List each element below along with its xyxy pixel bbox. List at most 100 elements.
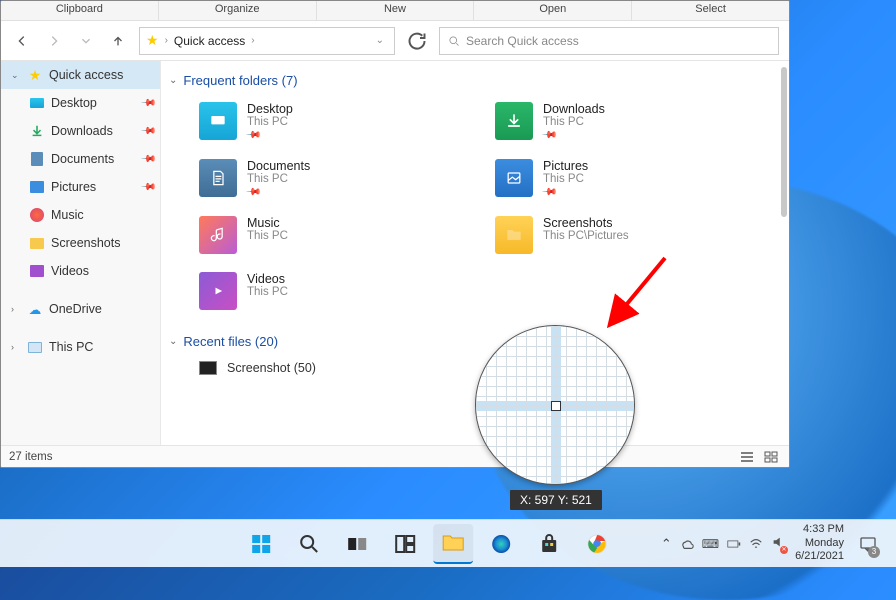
taskbar-store-button[interactable] [529,524,569,564]
taskbar-file-explorer-button[interactable] [433,524,473,564]
folder-item-downloads[interactable]: Downloads This PC 📌 [495,102,761,141]
taskbar-widgets-button[interactable] [385,524,425,564]
refresh-button[interactable] [405,29,429,53]
folder-item-videos[interactable]: Videos This PC [199,272,465,310]
details-view-button[interactable] [737,449,757,465]
clock-day: Monday [805,537,844,551]
back-button[interactable] [11,30,33,52]
sidebar-item-documents[interactable]: Documents 📌 [1,145,160,173]
taskbar-clock[interactable]: 4:33 PM Monday 6/21/2021 [795,523,844,564]
recent-locations-button[interactable] [75,30,97,52]
folder-location: This PC [247,173,310,185]
status-item-count: 27 items [9,451,52,463]
scrollbar[interactable] [781,67,787,217]
volume-tray-icon[interactable]: ✕ [771,535,785,552]
folder-name: Screenshots [543,216,629,230]
sidebar-item-onedrive[interactable]: › ☁ OneDrive [1,295,160,323]
notifications-count-badge: 3 [868,546,880,558]
taskbar-search-button[interactable] [289,524,329,564]
system-tray: ⌃ ⌨ ✕ 4:33 PM Monday 6/21/2021 3 [661,523,888,564]
nav-bar: ★ › Quick access › ⌄ Search Quick access [1,21,789,61]
start-button[interactable] [241,524,281,564]
screenshot-icon [199,361,217,375]
folder-item-desktop[interactable]: Desktop This PC 📌 [199,102,465,141]
download-icon [495,102,533,140]
folder-location: This PC [543,173,588,185]
large-icons-view-button[interactable] [761,449,781,465]
sidebar-item-label: Pictures [51,180,96,194]
desktop-icon [199,102,237,140]
folder-name: Videos [247,272,288,286]
tray-icons[interactable]: ⌃ ⌨ ✕ [661,535,785,552]
music-icon [30,208,44,222]
folder-item-screenshots[interactable]: Screenshots This PC\Pictures [495,216,761,254]
frequent-folders-grid: Desktop This PC 📌 Downloads This PC 📌 [169,96,771,330]
document-icon [199,159,237,197]
keyboard-tray-icon[interactable]: ⌨ [702,537,719,551]
address-bar[interactable]: ★ › Quick access › ⌄ [139,27,395,55]
recent-files-header[interactable]: ⌄ Recent files (20) [169,330,771,357]
tray-overflow-icon[interactable]: ⌃ [661,536,672,552]
notifications-button[interactable]: 3 [854,524,882,564]
wifi-tray-icon[interactable] [749,537,763,551]
ribbon-section-new[interactable]: New [317,1,475,20]
search-input[interactable]: Search Quick access [439,27,779,55]
address-dropdown-icon[interactable]: ⌄ [376,35,388,46]
taskbar-chrome-button[interactable] [577,524,617,564]
taskbar-task-view-button[interactable] [337,524,377,564]
sidebar-item-pictures[interactable]: Pictures 📌 [1,173,160,201]
ribbon-section-open[interactable]: Open [474,1,632,20]
document-icon [31,152,43,166]
download-icon [29,123,45,139]
chevron-down-icon: ⌄ [11,70,21,81]
sidebar-item-quick-access[interactable]: ⌄ ★ Quick access [1,61,160,89]
chevron-right-icon: › [11,304,21,314]
up-button[interactable] [107,30,129,52]
sidebar-item-videos[interactable]: Videos [1,257,160,285]
pin-icon: 📌 [541,184,558,201]
pin-icon: 📌 [245,184,262,201]
ribbon-section-clipboard[interactable]: Clipboard [1,1,159,20]
battery-tray-icon[interactable] [727,537,741,551]
folder-name: Documents [247,159,310,173]
sidebar-item-desktop[interactable]: Desktop 📌 [1,89,160,117]
annotation-arrow-icon [600,250,680,340]
chevron-right-icon: › [11,342,21,352]
taskbar-edge-button[interactable] [481,524,521,564]
breadcrumb-quick-access[interactable]: Quick access [174,34,245,48]
recent-file-item[interactable]: Screenshot (50) shots [169,357,771,379]
folder-name: Pictures [543,159,588,173]
sidebar-item-label: Screenshots [51,236,120,250]
ribbon-section-organize[interactable]: Organize [159,1,317,20]
onedrive-tray-icon[interactable] [680,537,694,551]
chevron-right-icon: › [251,35,254,46]
main-pane[interactable]: ⌄ Frequent folders (7) Desktop This PC 📌… [161,61,789,445]
folder-item-pictures[interactable]: Pictures This PC 📌 [495,159,761,198]
sidebar-item-label: This PC [49,340,93,354]
taskbar: ⌃ ⌨ ✕ 4:33 PM Monday 6/21/2021 3 [0,519,896,567]
sidebar-item-downloads[interactable]: Downloads 📌 [1,117,160,145]
sidebar-item-label: Documents [51,152,114,166]
folder-icon [495,216,533,254]
forward-button[interactable] [43,30,65,52]
sidebar-item-label: OneDrive [49,302,102,316]
video-icon [30,265,44,277]
pin-icon: 📌 [139,95,156,112]
video-icon [199,272,237,310]
folder-item-documents[interactable]: Documents This PC 📌 [199,159,465,198]
pictures-icon [30,181,44,193]
frequent-folders-header[interactable]: ⌄ Frequent folders (7) [169,69,771,96]
magnifier-coords: X: 597 Y: 521 [510,490,602,510]
folder-location: This PC\Pictures [543,230,629,242]
sidebar-item-music[interactable]: Music [1,201,160,229]
folder-location: This PC [543,116,605,128]
sidebar-item-label: Videos [51,264,89,278]
ribbon-section-select[interactable]: Select [632,1,789,20]
recent-files-title: Recent files (20) [183,334,278,349]
chevron-down-icon: ⌄ [169,75,177,86]
sidebar-item-this-pc[interactable]: › This PC [1,333,160,361]
sidebar-item-label: Music [51,208,84,222]
folder-item-music[interactable]: Music This PC [199,216,465,254]
search-icon [448,35,460,47]
sidebar-item-screenshots[interactable]: Screenshots [1,229,160,257]
